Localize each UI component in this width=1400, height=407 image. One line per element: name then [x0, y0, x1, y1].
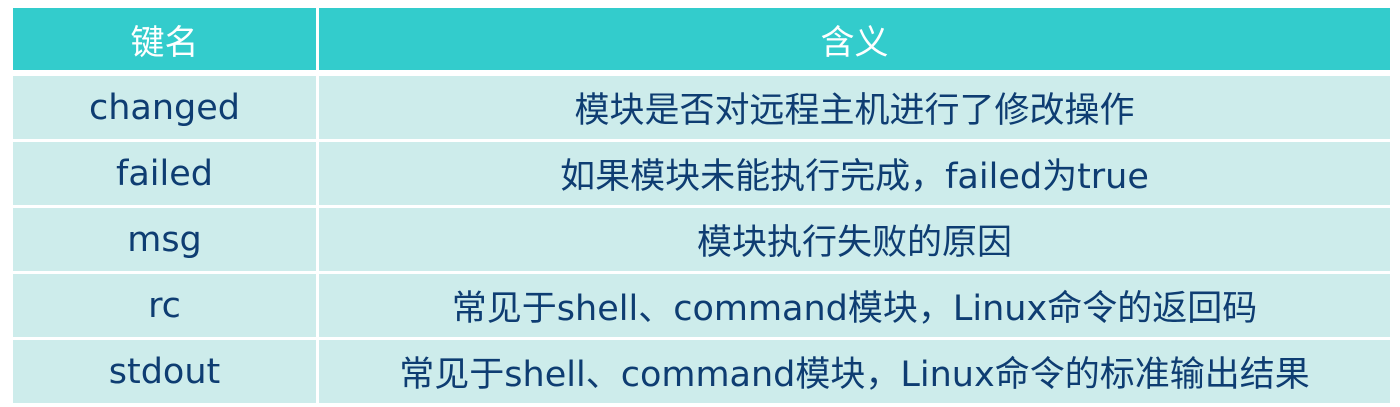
- meaning-cell: 常见于shell、command模块，Linux命令的标准输出结果: [316, 337, 1393, 406]
- meaning-cell: 如果模块未能执行完成，failed为true: [316, 139, 1393, 208]
- table-row: failed 如果模块未能执行完成，failed为true: [10, 139, 1393, 208]
- return-values-table-container: 键名 含义 changed 模块是否对远程主机进行了修改操作 failed 如果…: [10, 5, 1393, 406]
- key-cell: msg: [10, 205, 319, 274]
- table-row: stdout 常见于shell、command模块，Linux命令的标准输出结果: [10, 337, 1393, 406]
- table-row: msg 模块执行失败的原因: [10, 205, 1393, 274]
- table-row: rc 常见于shell、command模块，Linux命令的返回码: [10, 271, 1393, 340]
- header-key-name: 键名: [10, 5, 319, 76]
- key-cell: failed: [10, 139, 319, 208]
- key-cell: stdout: [10, 337, 319, 406]
- return-values-table: 键名 含义 changed 模块是否对远程主机进行了修改操作 failed 如果…: [10, 5, 1393, 406]
- table-row: changed 模块是否对远程主机进行了修改操作: [10, 71, 1393, 142]
- table-header-row: 键名 含义: [10, 5, 1393, 76]
- header-meaning: 含义: [316, 5, 1393, 76]
- meaning-cell: 模块是否对远程主机进行了修改操作: [316, 71, 1393, 142]
- meaning-cell: 常见于shell、command模块，Linux命令的返回码: [316, 271, 1393, 340]
- key-cell: rc: [10, 271, 319, 340]
- meaning-cell: 模块执行失败的原因: [316, 205, 1393, 274]
- key-cell: changed: [10, 71, 319, 142]
